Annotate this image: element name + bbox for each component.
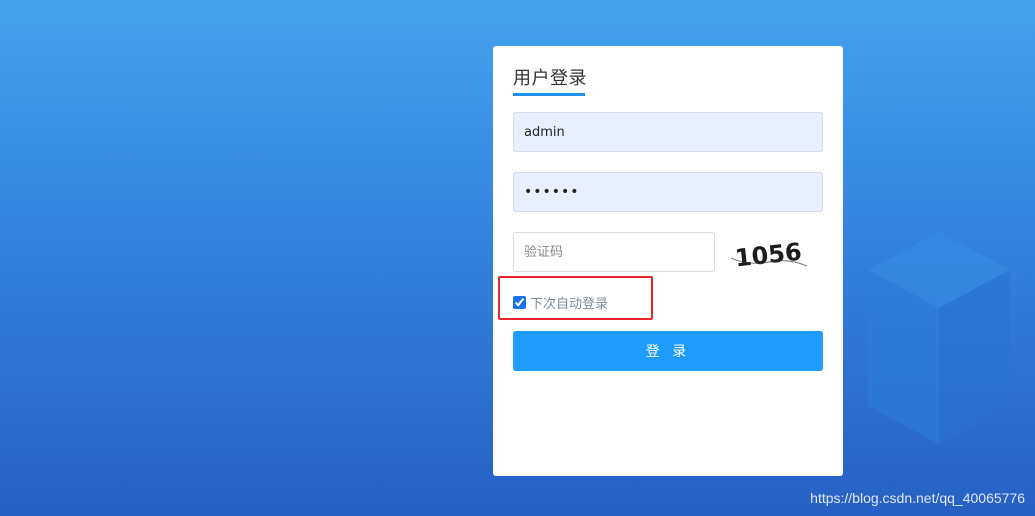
captcha-image[interactable]: 1056: [729, 236, 809, 272]
login-card: 用户登录 1056 下次自动登录 登 录: [493, 46, 843, 476]
captcha-text: 1056: [734, 238, 803, 272]
title-underline: [513, 93, 585, 96]
login-title-wrap: 用户登录: [513, 68, 587, 96]
username-input[interactable]: [513, 112, 823, 152]
login-title: 用户登录: [513, 68, 587, 89]
cube-icon: [868, 232, 1010, 444]
watermark-text: https://blog.csdn.net/qq_40065776: [810, 490, 1025, 506]
remember-me-option[interactable]: 下次自动登录: [513, 293, 608, 312]
remember-me-label: 下次自动登录: [530, 297, 609, 312]
remember-me-checkbox[interactable]: [513, 296, 526, 309]
password-input[interactable]: [513, 172, 823, 212]
captcha-input[interactable]: [513, 232, 715, 272]
login-button[interactable]: 登 录: [513, 331, 823, 371]
